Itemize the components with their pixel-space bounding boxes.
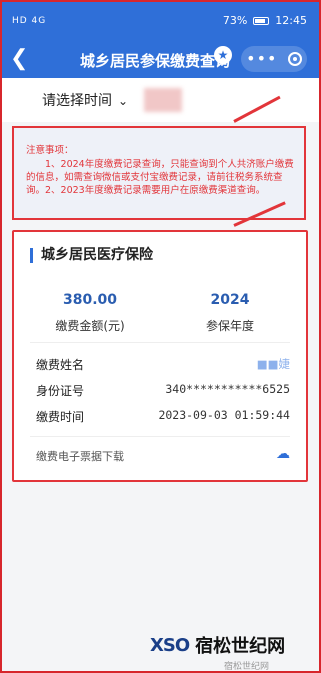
notice-box: 注意事项： 1、2024年度缴费记录查询，只能查询到个人共济账户缴费的信息，如需… [12, 126, 306, 220]
row-id-key: 身份证号 [36, 384, 85, 398]
more-icon[interactable]: ••• [246, 51, 277, 67]
watermark-logo: XSO [150, 634, 190, 656]
close-icon[interactable] [287, 52, 302, 66]
row-id-value: 340***********6525 [165, 382, 290, 396]
insurance-card: 城乡居民医疗保险 380.00 缴费金额(元) 2024 参保年度 缴费姓名 ■… [20, 238, 300, 474]
watermark: XSO 宿松世纪网 [150, 632, 285, 658]
time-dropdown-label: 请选择时间 [42, 93, 112, 109]
year-label: 参保年度 [205, 319, 254, 333]
row-name-value: ■■婕 [256, 357, 290, 371]
cloud-download-icon[interactable]: ☁ [276, 446, 290, 462]
divider [30, 342, 290, 343]
back-icon[interactable]: ❮ [10, 46, 30, 71]
row-time-key: 缴费时间 [36, 410, 85, 424]
row-time-value: 2023-09-03 01:59:44 [158, 408, 290, 422]
download-label: 缴费电子票据下载 [36, 450, 124, 463]
amount-value: 380.00 [62, 292, 118, 308]
divider [30, 436, 290, 437]
row-name-key: 缴费姓名 [36, 358, 85, 372]
time-dropdown[interactable]: 请选择时间 ⌄ [42, 90, 128, 110]
clock: 12:45 [275, 14, 307, 27]
year-value: 2024 [210, 292, 250, 308]
mini-program-capsule: ••• [241, 46, 307, 72]
chevron-down-icon: ⌄ [118, 94, 129, 108]
watermark-text: 宿松世纪网 [195, 636, 286, 657]
favorite-icon[interactable]: ★ [214, 46, 232, 64]
amount-stat: 380.00 缴费金额(元) [30, 292, 150, 334]
amount-label: 缴费金额(元) [55, 319, 125, 333]
status-right: 73% 12:45 [223, 14, 307, 27]
download-receipt-row[interactable]: 缴费电子票据下载 ☁ [36, 446, 290, 464]
watermark-sub: 宿松世纪网 [224, 662, 270, 672]
year-stat: 2024 参保年度 [170, 292, 290, 334]
notice-title: 注意事项： [26, 145, 74, 156]
card-title: 城乡居民医疗保险 [30, 248, 153, 263]
signal-indicator: HD 4G [12, 16, 47, 26]
status-bar: HD 4G 73% 12:45 [2, 2, 319, 42]
blurred-user-info [144, 88, 182, 112]
battery-percent: 73% [222, 14, 248, 27]
nav-bar: ❮ 城乡居民参保缴费查询 ★ ••• [2, 42, 319, 78]
record-highlight: 城乡居民医疗保险 380.00 缴费金额(元) 2024 参保年度 缴费姓名 ■… [12, 230, 308, 482]
battery-icon [253, 16, 270, 25]
notice-body: 1、2024年度缴费记录查询，只能查询到个人共济账户缴费的信息，如需查询微信或支… [26, 159, 294, 196]
